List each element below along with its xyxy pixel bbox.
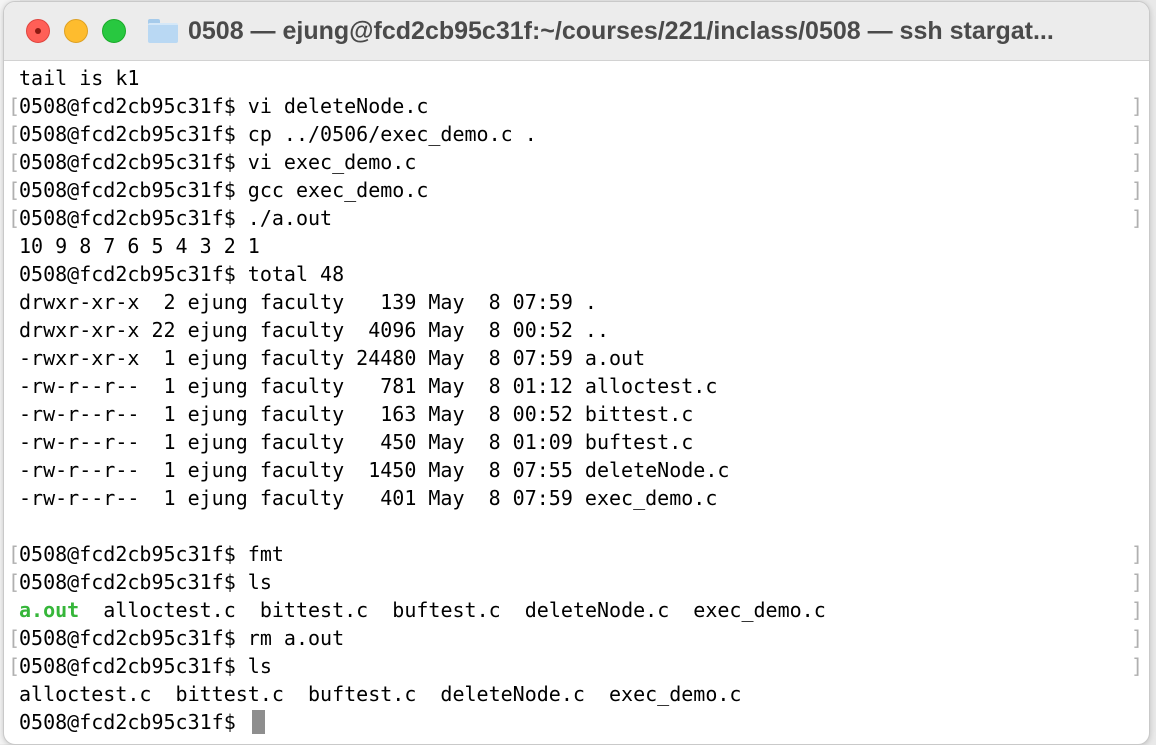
prompt: 0508@fcd2cb95c31f$ bbox=[19, 710, 248, 734]
text-cursor bbox=[251, 710, 265, 734]
terminal-line-text: 0508@fcd2cb95c31f$ vi deleteNode.c bbox=[19, 94, 429, 118]
terminal-line: [0508@fcd2cb95c31f$ ls] bbox=[8, 652, 1149, 680]
terminal-line: [0508@fcd2cb95c31f$ ./a.out] bbox=[8, 204, 1149, 232]
terminal-line: [0508@fcd2cb95c31f$ ls] bbox=[8, 568, 1149, 596]
terminal-line-text: 0508@fcd2cb95c31f$ fmt bbox=[19, 542, 284, 566]
terminal-line: -rw-r--r-- 1 ejung faculty 1450 May 8 07… bbox=[19, 456, 1149, 484]
mark-bracket-left: [ bbox=[8, 654, 21, 678]
mark-bracket-left: [ bbox=[8, 94, 21, 118]
terminal-line: drwxr-xr-x 22 ejung faculty 4096 May 8 0… bbox=[19, 316, 1149, 344]
terminal-line-text: 0508@fcd2cb95c31f$ cp ../0506/exec_demo.… bbox=[19, 122, 537, 146]
zoom-button[interactable] bbox=[102, 19, 126, 43]
folder-icon bbox=[148, 19, 178, 43]
terminal-line: tail is k1 bbox=[19, 64, 1149, 92]
terminal-line-text: 0508@fcd2cb95c31f$ vi exec_demo.c bbox=[19, 150, 417, 174]
minimize-button[interactable] bbox=[64, 19, 88, 43]
mark-bracket-right: ] bbox=[1130, 122, 1143, 146]
terminal-line-text: -rw-r--r-- 1 ejung faculty 1450 May 8 07… bbox=[19, 458, 730, 482]
mark-bracket-right: ] bbox=[1130, 206, 1143, 230]
terminal-line-text: 0508@fcd2cb95c31f$ total 48 bbox=[19, 262, 345, 286]
terminal-line: [0508@fcd2cb95c31f$ cp ../0506/exec_demo… bbox=[8, 120, 1149, 148]
terminal-line: -rw-r--r-- 1 ejung faculty 781 May 8 01:… bbox=[19, 372, 1149, 400]
terminal-line-text: 0508@fcd2cb95c31f$ ls bbox=[19, 654, 272, 678]
mark-bracket-right: ] bbox=[1130, 178, 1143, 202]
mark-bracket-right: ] bbox=[1130, 570, 1143, 594]
terminal-line: alloctest.c bittest.c buftest.c deleteNo… bbox=[19, 680, 1149, 708]
terminal-line-text: -rw-r--r-- 1 ejung faculty 163 May 8 00:… bbox=[19, 402, 694, 426]
terminal-line: [0508@fcd2cb95c31f$ vi deleteNode.c] bbox=[8, 92, 1149, 120]
terminal-line-text: 0508@fcd2cb95c31f$ rm a.out bbox=[19, 626, 345, 650]
terminal-line-text: -rwxr-xr-x 1 ejung faculty 24480 May 8 0… bbox=[19, 346, 646, 370]
mark-bracket-right: ] bbox=[1130, 598, 1143, 622]
terminal-line-text: 0508@fcd2cb95c31f$ ./a.out bbox=[19, 206, 333, 230]
terminal-line-text: -rw-r--r-- 1 ejung faculty 401 May 8 07:… bbox=[19, 486, 718, 510]
terminal-window: 0508 — ejung@fcd2cb95c31f:~/courses/221/… bbox=[3, 1, 1150, 745]
title-bar[interactable]: 0508 — ejung@fcd2cb95c31f:~/courses/221/… bbox=[4, 2, 1149, 61]
window-controls bbox=[26, 19, 126, 43]
mark-bracket-right: ] bbox=[1130, 94, 1143, 118]
terminal-prompt-line[interactable]: 0508@fcd2cb95c31f$ bbox=[19, 708, 1149, 736]
mark-bracket-right: ] bbox=[1130, 626, 1143, 650]
executable-file-name: a.out bbox=[19, 598, 80, 622]
terminal-line: [0508@fcd2cb95c31f$ vi exec_demo.c] bbox=[8, 148, 1149, 176]
terminal-line: -rwxr-xr-x 1 ejung faculty 24480 May 8 0… bbox=[19, 344, 1149, 372]
terminal-line: [0508@fcd2cb95c31f$ fmt] bbox=[8, 540, 1149, 568]
terminal-line: drwxr-xr-x 2 ejung faculty 139 May 8 07:… bbox=[19, 288, 1149, 316]
window-title: 0508 — ejung@fcd2cb95c31f:~/courses/221/… bbox=[188, 16, 1054, 45]
terminal-line: [0508@fcd2cb95c31f$ gcc exec_demo.c] bbox=[8, 176, 1149, 204]
terminal-line-text: -rw-r--r-- 1 ejung faculty 781 May 8 01:… bbox=[19, 374, 718, 398]
file-list: alloctest.c bittest.c buftest.c deleteNo… bbox=[79, 598, 826, 622]
terminal-output[interactable]: tail is k1[0508@fcd2cb95c31f$ vi deleteN… bbox=[8, 64, 1149, 744]
terminal-line: -rw-r--r-- 1 ejung faculty 163 May 8 00:… bbox=[19, 400, 1149, 428]
mark-bracket-left: [ bbox=[8, 570, 21, 594]
terminal-line-ls-output: a.out alloctest.c bittest.c buftest.c de… bbox=[19, 596, 1149, 624]
terminal-line: -rw-r--r-- 1 ejung faculty 450 May 8 01:… bbox=[19, 428, 1149, 456]
terminal-line-text: 10 9 8 7 6 5 4 3 2 1 bbox=[19, 234, 260, 258]
mark-bracket-right: ] bbox=[1130, 542, 1143, 566]
terminal-line: 0508@fcd2cb95c31f$ total 48 bbox=[19, 260, 1149, 288]
terminal-line-text: tail is k1 bbox=[19, 66, 140, 90]
terminal-line-text: 0508@fcd2cb95c31f$ gcc exec_demo.c bbox=[19, 178, 429, 202]
mark-bracket-left: [ bbox=[8, 542, 21, 566]
mark-bracket-left: [ bbox=[8, 206, 21, 230]
terminal-line: [0508@fcd2cb95c31f$ rm a.out] bbox=[8, 624, 1149, 652]
mark-bracket-right: ] bbox=[1130, 654, 1143, 678]
terminal-line: 10 9 8 7 6 5 4 3 2 1 bbox=[19, 232, 1149, 260]
mark-bracket-left: [ bbox=[8, 122, 21, 146]
mark-bracket-right: ] bbox=[1130, 150, 1143, 174]
terminal-line: -rw-r--r-- 1 ejung faculty 401 May 8 07:… bbox=[19, 484, 1149, 512]
terminal-line-text: drwxr-xr-x 2 ejung faculty 139 May 8 07:… bbox=[19, 290, 597, 314]
mark-bracket-left: [ bbox=[8, 626, 21, 650]
mark-bracket-left: [ bbox=[8, 178, 21, 202]
terminal-line-text: -rw-r--r-- 1 ejung faculty 450 May 8 01:… bbox=[19, 430, 694, 454]
mark-bracket-left: [ bbox=[8, 150, 21, 174]
terminal-line-text: alloctest.c bittest.c buftest.c deleteNo… bbox=[19, 682, 742, 706]
close-button[interactable] bbox=[26, 19, 50, 43]
terminal-line-text: drwxr-xr-x 22 ejung faculty 4096 May 8 0… bbox=[19, 318, 610, 342]
terminal-line-text: 0508@fcd2cb95c31f$ ls bbox=[19, 570, 272, 594]
